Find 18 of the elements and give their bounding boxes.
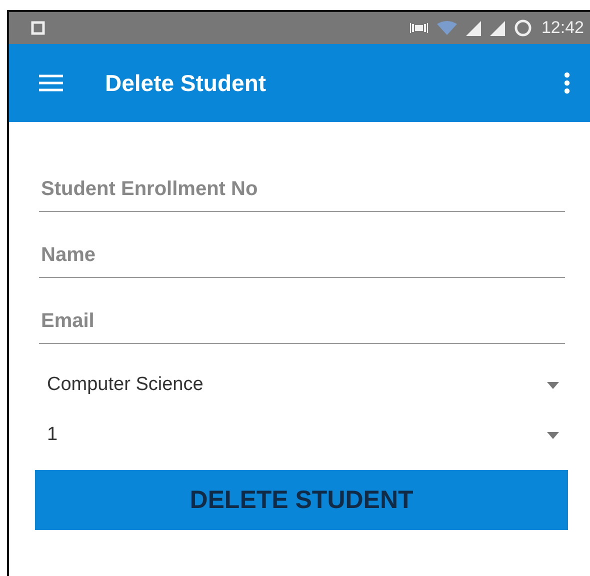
- sync-icon: [514, 19, 532, 37]
- dropdown-arrow-icon: [547, 382, 559, 388]
- signal-icon: [490, 20, 506, 36]
- input-field[interactable]: Email: [39, 298, 565, 344]
- dropdown-value: 1: [47, 424, 58, 446]
- app-title: Delete Student: [105, 70, 266, 96]
- input-field[interactable]: Student Enrollment No: [39, 166, 565, 212]
- signal-icon: [466, 20, 482, 36]
- dropdown-arrow-icon: [547, 432, 559, 438]
- wifi-icon: [437, 21, 458, 35]
- menu-icon[interactable]: [39, 74, 63, 92]
- dropdown-value: Computer Science: [47, 374, 204, 396]
- clock-time: 12:42: [541, 18, 584, 38]
- overflow-menu-icon[interactable]: [564, 72, 570, 94]
- delete-student-button[interactable]: DELETE STUDENT: [35, 470, 568, 530]
- notification-icon: [31, 21, 45, 35]
- vibrate-icon: [410, 22, 428, 34]
- input-field[interactable]: Name: [39, 232, 565, 278]
